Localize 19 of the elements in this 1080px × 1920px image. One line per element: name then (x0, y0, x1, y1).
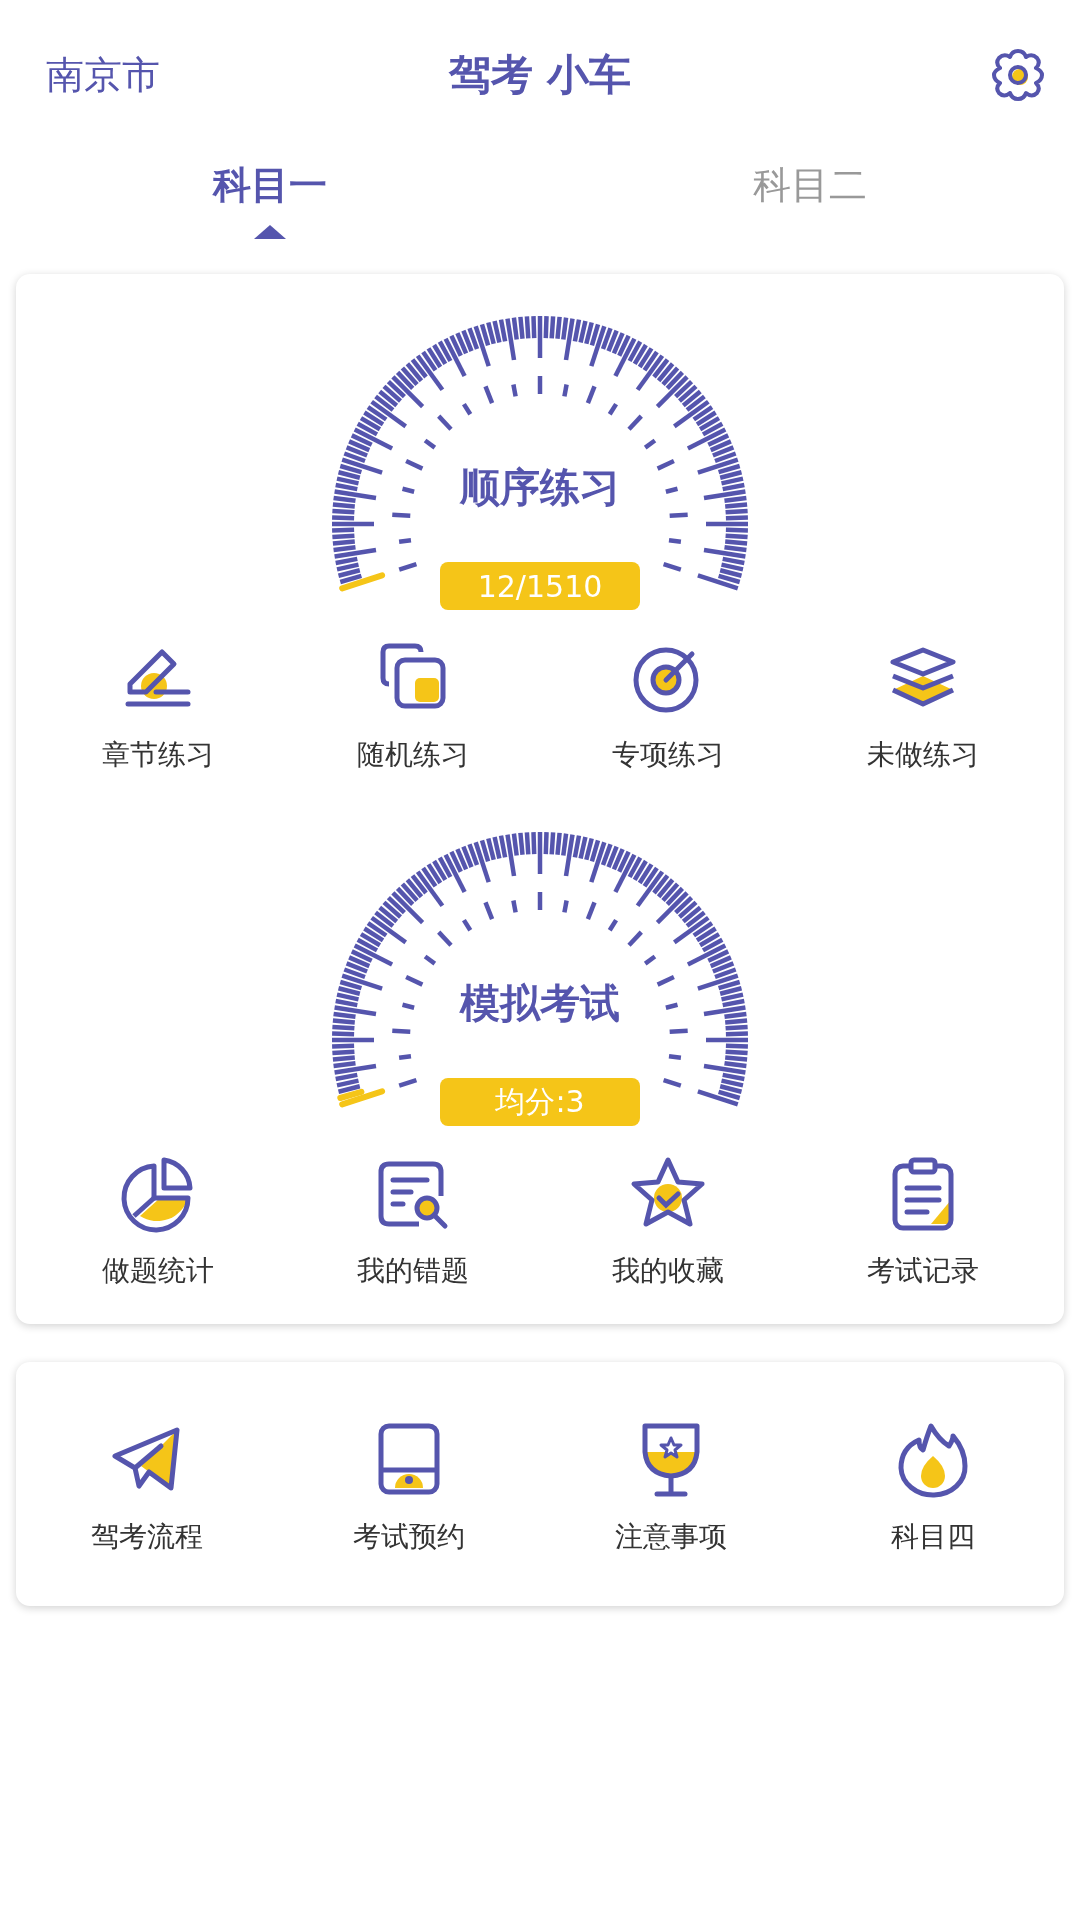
gauge-title[interactable]: 顺序练习 (460, 460, 620, 515)
menu-item-label[interactable]: 考试记录 (866, 1252, 979, 1290)
menu-item-label[interactable]: 专项练习 (611, 736, 724, 774)
menu-item-label[interactable]: 做题统计 (101, 1252, 214, 1290)
gauge-title[interactable]: 模拟考试 (460, 976, 620, 1031)
progress-badge: 12/1510 (440, 562, 640, 610)
menu-item-label[interactable]: 科目四 (891, 1518, 975, 1556)
menu-item-label[interactable]: 随机练习 (356, 736, 469, 774)
city-selector[interactable]: 南京市 (46, 49, 160, 101)
progress-badge: 均分:3 (440, 1078, 640, 1126)
menu-item-label[interactable]: 未做练习 (866, 736, 979, 774)
tab[interactable]: 科目一 (213, 160, 327, 211)
menu-item-label[interactable]: 考试预约 (353, 1518, 465, 1556)
menu-item-label[interactable]: 我的收藏 (611, 1252, 724, 1290)
app-title: 驾考 小车 (448, 49, 632, 101)
menu-item-label[interactable]: 注意事项 (615, 1518, 727, 1556)
menu-item-label[interactable]: 驾考流程 (91, 1518, 203, 1556)
menu-item-label[interactable]: 章节练习 (101, 736, 214, 774)
menu-item-label[interactable]: 我的错题 (356, 1252, 469, 1290)
